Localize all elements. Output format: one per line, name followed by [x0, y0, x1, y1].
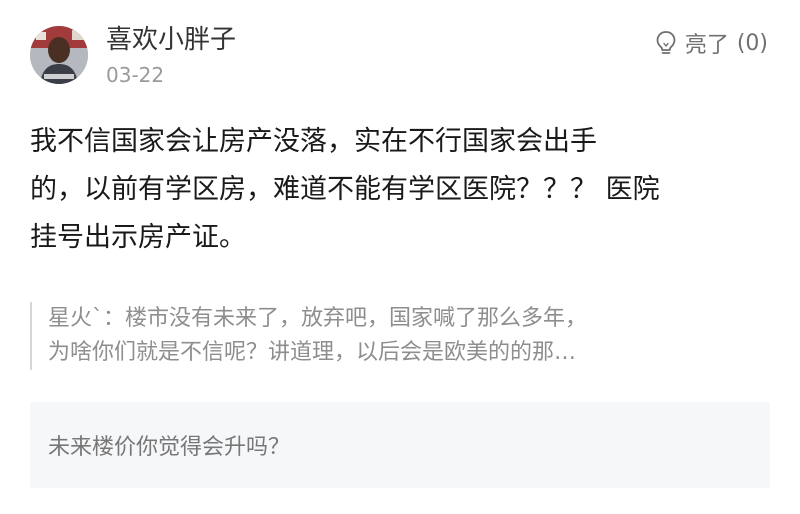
like-button[interactable]: 亮了 (0): [655, 28, 768, 58]
username[interactable]: 喜欢小胖子: [106, 22, 236, 58]
quoted-reply[interactable]: 星火`：楼市没有未来了，放弃吧，国家喊了那么多年， 为啥你们就是不信呢？讲道理，…: [30, 302, 768, 370]
post-content-line: 的，以前有学区房，难道不能有学区医院？？？ 医院: [30, 174, 660, 205]
quoted-reply-line: 为啥你们就是不信呢？讲道理，以后会是欧美的的那…: [48, 340, 577, 365]
lightbulb-icon: [655, 30, 677, 56]
like-label: 亮了: [684, 33, 729, 58]
avatar-image: [30, 26, 88, 84]
post-date: 03-22: [106, 63, 165, 87]
post-content-line: 我不信国家会让房产没落，实在不行国家会出手: [30, 126, 597, 157]
quoted-reply-line: 星火`：楼市没有未来了，放弃吧，国家喊了那么多年，: [48, 306, 588, 331]
avatar[interactable]: [30, 26, 88, 84]
post-content-line: 挂号出示房产证。: [30, 222, 246, 253]
related-question-text: 未来楼价你觉得会升吗？: [48, 435, 291, 460]
like-count: (0): [736, 30, 768, 56]
related-question-card[interactable]: 未来楼价你觉得会升吗？: [30, 402, 770, 488]
post-content: 我不信国家会让房产没落，实在不行国家会出手 的，以前有学区房，难道不能有学区医院…: [30, 118, 760, 262]
